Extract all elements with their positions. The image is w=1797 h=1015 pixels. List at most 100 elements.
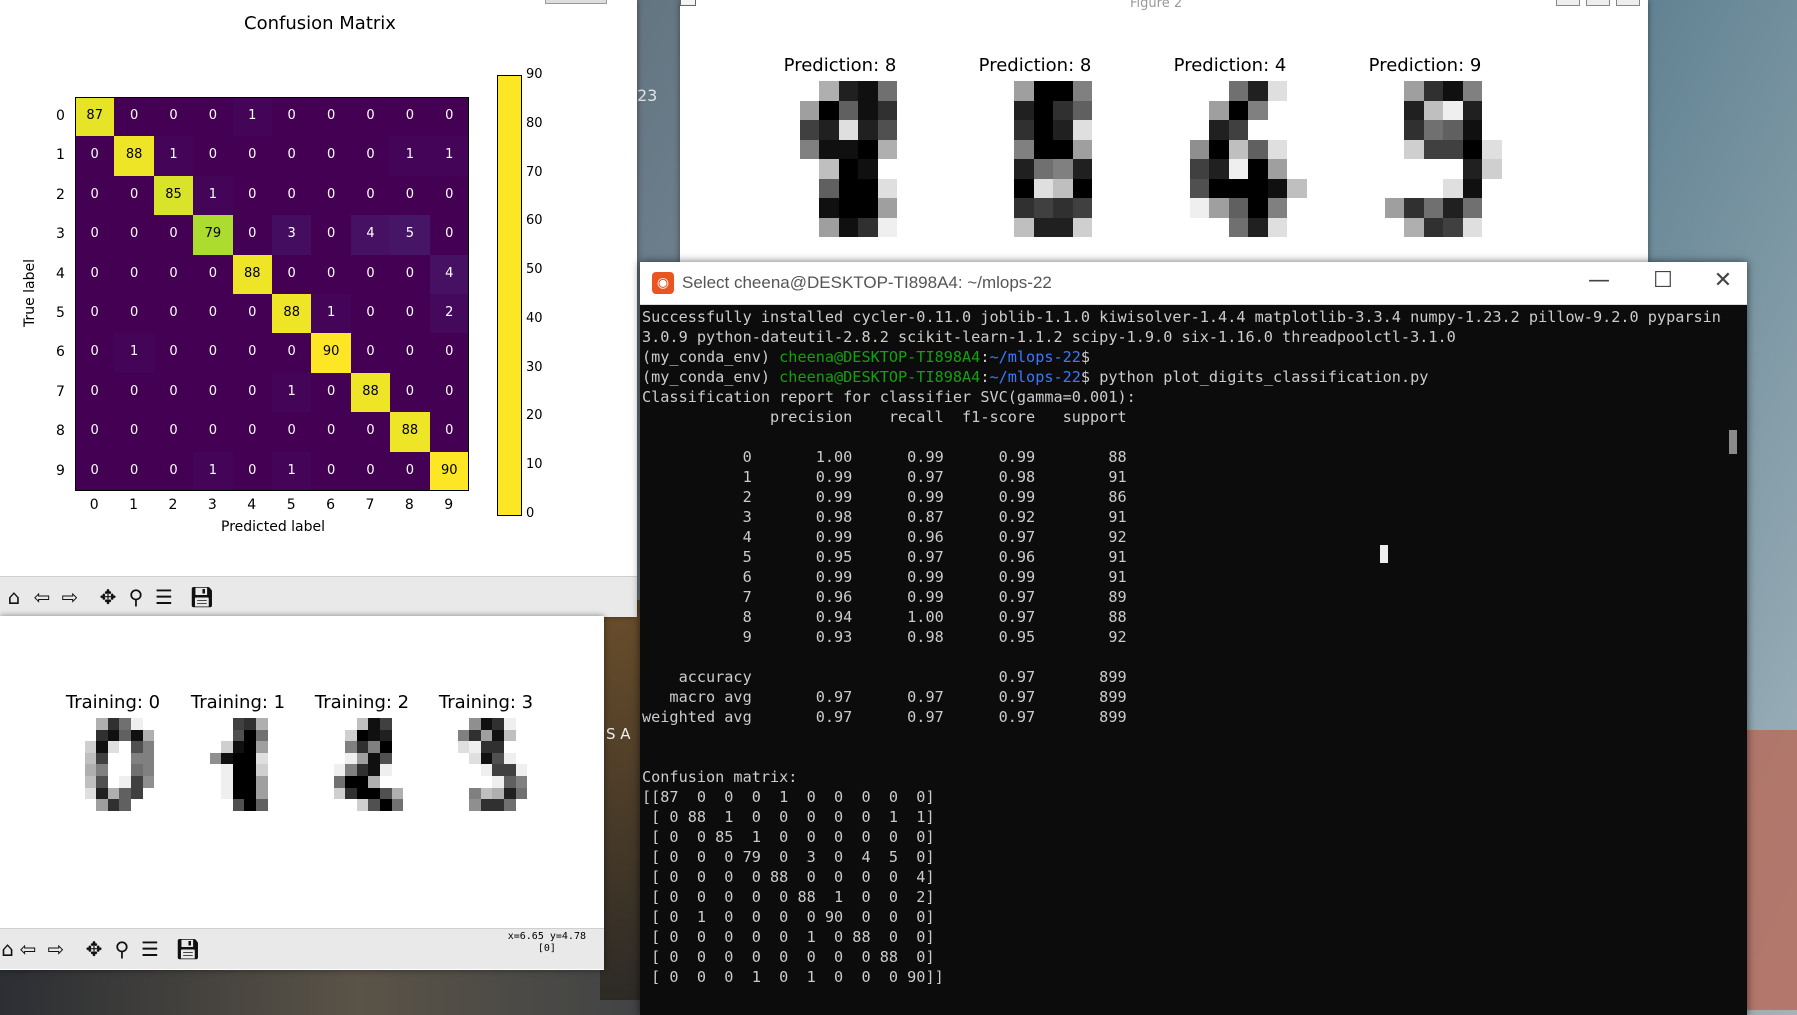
y-tick-label: 0	[56, 108, 65, 124]
digit-pixel	[96, 764, 108, 776]
digit-pixel	[244, 799, 256, 811]
home-icon[interactable]: ⌂	[0, 935, 14, 963]
terminal-line: 2 0.99 0.99 0.99 86	[642, 488, 1127, 506]
close-button[interactable]: ✕	[1700, 268, 1746, 293]
back-icon[interactable]: ⇦	[28, 583, 56, 611]
zoom-icon[interactable]: ⚲	[108, 935, 136, 963]
home-icon[interactable]: ⌂	[0, 583, 28, 611]
zoom-icon[interactable]: ⚲	[122, 583, 150, 611]
digit-pixel	[480, 718, 493, 730]
digit-pixel	[1228, 159, 1248, 179]
digit-pixel	[1053, 100, 1073, 120]
training-title: Training: 0	[65, 692, 161, 713]
digit-image	[198, 718, 291, 811]
digit-pixel	[1228, 217, 1248, 237]
figure2-window[interactable]: Figure 2 Prediction: 8 Prediction: 8 Predi…	[680, 0, 1648, 262]
digit-pixel	[1248, 159, 1268, 179]
digit-pixel	[333, 776, 346, 788]
digit-pixel	[469, 752, 481, 765]
digit-pixel	[221, 764, 233, 776]
forward-icon[interactable]: ⇨	[42, 935, 70, 963]
digit-pixel	[1033, 178, 1053, 198]
digit-pixel	[1053, 81, 1073, 101]
training-window[interactable]: Training: 0 Training: 1 Training: 2 Trainin…	[0, 616, 604, 970]
minimize-button[interactable]	[1556, 0, 1580, 6]
digit-pixel	[1287, 178, 1307, 198]
digit-pixel	[380, 764, 392, 776]
terminal-line: accuracy 0.97 899	[642, 668, 1127, 686]
digit-pixel	[142, 729, 155, 742]
digit-pixel	[492, 752, 504, 765]
digit-pixel	[1072, 120, 1092, 140]
digit-pixel	[368, 776, 380, 788]
digit-pixel	[504, 799, 516, 811]
digit-image	[322, 718, 415, 811]
digit-pixel	[504, 787, 516, 800]
minimize-button[interactable]: —	[1576, 268, 1622, 293]
digit-pixel	[1053, 120, 1073, 140]
digit-pixel	[1209, 120, 1229, 140]
digit-pixel	[256, 787, 268, 800]
confusion-toolbar: ⌂ ⇦ ⇨ ✥ ⚲ ☰ 💾︎	[0, 576, 637, 617]
matrix-frame	[75, 97, 469, 491]
digit-pixel	[1267, 139, 1287, 159]
digit-pixel	[877, 217, 897, 237]
y-tick-label: 1	[56, 147, 65, 164]
configure-icon[interactable]: ☰	[150, 583, 178, 611]
digit-pixel	[256, 776, 268, 788]
forward-icon[interactable]: ⇨	[56, 583, 84, 611]
digit-pixel	[1209, 100, 1229, 120]
digit-pixel	[142, 741, 155, 753]
digit-pixel	[256, 752, 268, 765]
digit-pixel	[333, 787, 346, 800]
configure-icon[interactable]: ☰	[136, 935, 164, 963]
digit-pixel	[96, 752, 108, 765]
digit-pixel	[356, 776, 369, 788]
x-tick-label: 4	[247, 497, 257, 513]
digit-pixel	[1248, 81, 1268, 101]
digit-pixel	[356, 752, 369, 765]
digit-pixel	[858, 159, 878, 179]
digit-pixel	[1443, 178, 1463, 198]
digit-pixel	[504, 718, 516, 730]
digit-pixel	[469, 729, 481, 742]
digit-pixel	[96, 787, 108, 800]
close-button[interactable]	[1616, 0, 1640, 6]
digit-pixel	[1267, 198, 1287, 218]
back-icon[interactable]: ⇦	[14, 935, 42, 963]
colorbar-tick-label: 40	[526, 310, 543, 326]
figure2-menu-corner[interactable]	[680, 0, 696, 6]
desktop-badge: S A	[606, 725, 631, 743]
maximize-button[interactable]	[1586, 0, 1610, 6]
save-icon[interactable]: 💾︎	[188, 583, 216, 611]
digit-pixel	[119, 787, 131, 800]
digit-pixel	[480, 729, 493, 742]
colorbar-tick-label: 90	[526, 67, 543, 82]
digit-pixel	[1014, 159, 1034, 179]
digit-pixel	[1014, 81, 1034, 101]
digit-pixel	[1053, 159, 1073, 179]
digit-pixel	[256, 741, 268, 753]
save-icon[interactable]: 💾︎	[174, 935, 202, 963]
digit-pixel	[1423, 217, 1443, 237]
digit-pixel	[480, 741, 493, 753]
digit-pixel	[96, 799, 108, 811]
terminal-scrollbar[interactable]	[1729, 430, 1737, 454]
confusion-matrix-window[interactable]: Confusion Matrix 87 0 0 0 1 0 0 0 0 0 0 88 1 0 0 0 0 0 1 1 0…	[0, 0, 637, 617]
terminal-output[interactable]: Successfully installed cycler-0.11.0 job…	[642, 307, 1722, 1007]
digit-pixel	[1014, 198, 1034, 218]
digit-pixel	[380, 718, 392, 730]
pan-icon[interactable]: ✥	[94, 583, 122, 611]
terminal-line: 6 0.99 0.99 0.99 91	[642, 568, 1127, 586]
digit-pixel	[838, 120, 858, 140]
terminal-titlebar[interactable]: ◉ Select cheena@DESKTOP-TI898A4: ~/mlops…	[640, 262, 1747, 305]
x-tick-label: 6	[326, 497, 336, 513]
digit-pixel	[209, 752, 222, 765]
digit-pixel	[504, 776, 516, 788]
digit-pixel	[858, 100, 878, 120]
maximize-button[interactable]: ☐	[1640, 268, 1686, 293]
terminal-window[interactable]: ◉ Select cheena@DESKTOP-TI898A4: ~/mlops…	[640, 262, 1747, 1015]
pan-icon[interactable]: ✥	[80, 935, 108, 963]
digit-pixel	[368, 799, 380, 811]
